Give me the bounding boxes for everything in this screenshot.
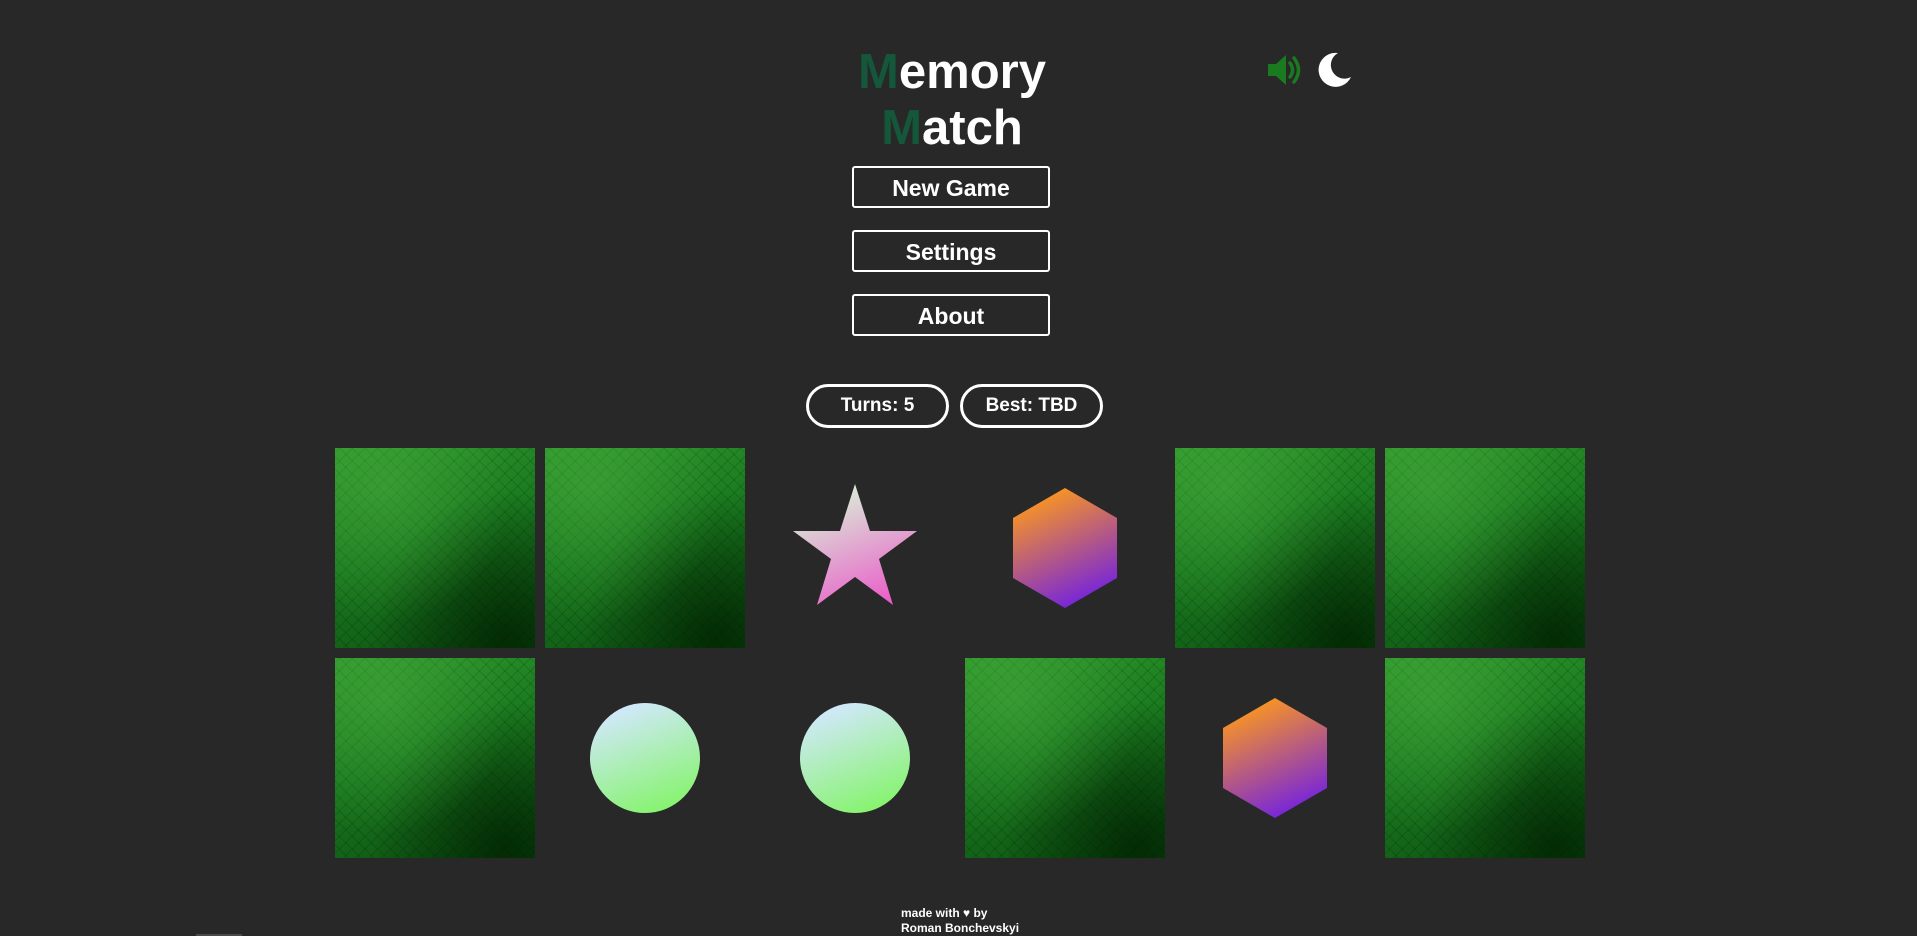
circle-icon [800, 703, 910, 813]
memory-match-page: Memory Match New Game Settings About Tur… [0, 0, 1917, 936]
footer-author: Roman Bonchevskyi [901, 921, 1020, 935]
title-letter-m-2: M [881, 101, 923, 155]
memory-card-hidden[interactable] [1175, 448, 1375, 648]
title-letter-m-1: M [858, 45, 899, 99]
turns-value: 5 [903, 395, 915, 416]
footer-credit: made with ♥ by Roman Bonchevskyi [901, 906, 1019, 936]
settings-button[interactable]: Settings [852, 230, 1050, 272]
memory-card-hidden[interactable] [1385, 658, 1585, 858]
circle-icon [590, 703, 700, 813]
best-score: Best: TBD [960, 384, 1103, 428]
hexagon-icon [1223, 698, 1327, 818]
memory-card-hexagon[interactable] [1175, 658, 1375, 858]
card-grid [335, 448, 1585, 858]
crescent-moon-icon [1318, 52, 1351, 87]
hexagon-shape [1013, 488, 1117, 608]
footer-line-made-with: made with ♥ by [901, 906, 988, 920]
title-line-1: Memory [852, 44, 1052, 100]
memory-card-circle[interactable] [545, 658, 745, 858]
turns-label: Turns: [840, 395, 899, 416]
memory-card-hidden[interactable] [1385, 448, 1585, 648]
hexagon-icon [1013, 488, 1117, 608]
turns-counter: Turns: 5 [806, 384, 949, 428]
sound-toggle-button[interactable] [1265, 50, 1305, 90]
about-button[interactable]: About [852, 294, 1050, 336]
new-game-button[interactable]: New Game [852, 166, 1050, 208]
memory-card-star[interactable] [755, 448, 955, 648]
best-value: TBD [1038, 395, 1078, 416]
circle-shape [800, 703, 910, 813]
memory-card-hidden[interactable] [965, 658, 1165, 858]
circle-shape [590, 703, 700, 813]
speaker-volume-icon [1268, 55, 1301, 85]
memory-card-hidden[interactable] [335, 448, 535, 648]
memory-card-circle[interactable] [755, 658, 955, 858]
hexagon-shape [1223, 698, 1327, 818]
theme-toggle-button[interactable] [1314, 50, 1354, 90]
memory-card-hexagon[interactable] [965, 448, 1165, 648]
memory-card-hidden[interactable] [545, 448, 745, 648]
title-word-emory: emory [898, 45, 1046, 99]
title-line-2: Match [852, 100, 1052, 156]
best-label: Best: [985, 395, 1034, 416]
star-shape [793, 484, 917, 605]
memory-card-hidden[interactable] [335, 658, 535, 858]
game-title: Memory Match [852, 44, 1052, 156]
star-icon [793, 484, 917, 605]
title-word-atch: atch [922, 101, 1023, 155]
